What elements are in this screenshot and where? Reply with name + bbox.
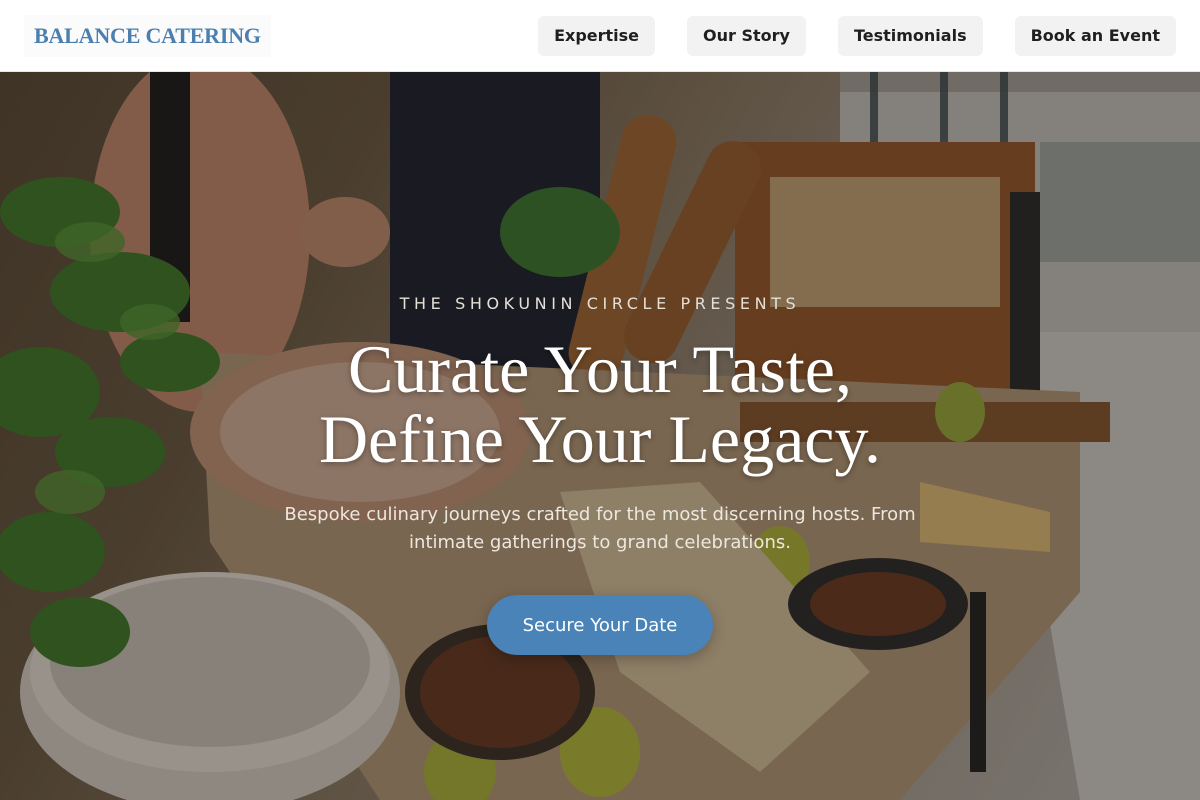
main-nav: Expertise Our Story Testimonials Book an… (538, 15, 1176, 56)
headline-line-2: Define Your Legacy. (318, 401, 882, 477)
hero-subtext: Bespoke culinary journeys crafted for th… (284, 504, 916, 553)
hero-headline: Curate Your Taste, Define Your Legacy. (0, 334, 1200, 474)
brand-logo[interactable]: BALANCE CATERING (24, 14, 271, 57)
nav-testimonials[interactable]: Testimonials (837, 15, 983, 56)
hero-section: THE SHOKUNIN CIRCLE PRESENTS Curate Your… (0, 72, 1200, 800)
hero-content: THE SHOKUNIN CIRCLE PRESENTS Curate Your… (0, 72, 1200, 800)
nav-our-story[interactable]: Our Story (687, 15, 806, 56)
site-header: BALANCE CATERING Expertise Our Story Tes… (0, 0, 1200, 72)
headline-line-1: Curate Your Taste, (348, 331, 852, 407)
hero-eyebrow: THE SHOKUNIN CIRCLE PRESENTS (399, 294, 801, 313)
nav-expertise[interactable]: Expertise (538, 15, 656, 56)
secure-date-button[interactable]: Secure Your Date (487, 595, 713, 655)
nav-book-event[interactable]: Book an Event (1014, 15, 1176, 56)
